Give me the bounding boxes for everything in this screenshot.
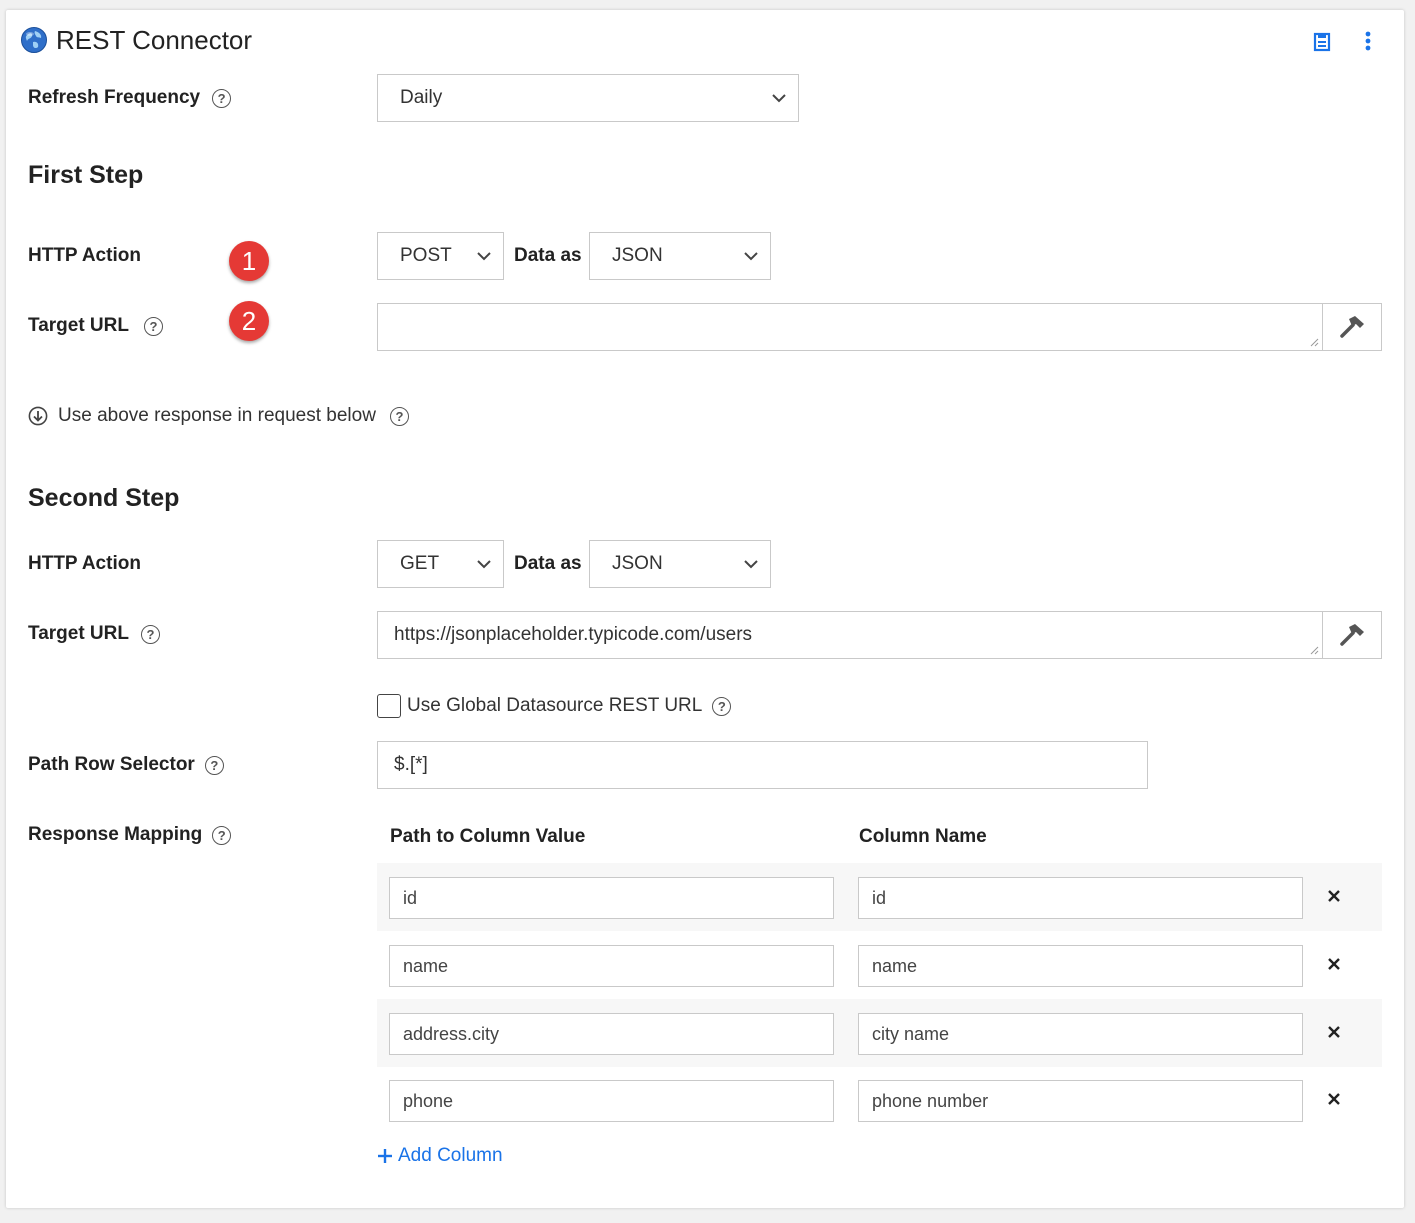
chevron-down-icon — [744, 559, 758, 568]
chevron-down-icon — [744, 251, 758, 260]
mapping-row: phone phone number — [377, 1066, 1382, 1134]
path-input[interactable]: phone — [389, 1080, 834, 1122]
chevron-down-icon — [477, 251, 491, 260]
help-icon[interactable]: ? — [204, 755, 224, 775]
refresh-frequency-value: Daily — [400, 87, 443, 108]
path-row-selector-input[interactable]: $.[*] — [377, 741, 1148, 789]
second-target-url-value: https://jsonplaceholder.typicode.com/use… — [394, 624, 753, 645]
first-data-as-label: Data as — [514, 245, 582, 266]
panel-title: REST Connector — [56, 24, 253, 55]
second-http-action-select[interactable]: GET — [377, 540, 504, 588]
save-icon[interactable] — [1310, 30, 1334, 54]
column-name-value: phone number — [872, 1090, 989, 1111]
mapping-row: name name — [377, 931, 1382, 999]
use-response-row[interactable]: Use above response in request below ? — [28, 404, 409, 428]
refresh-frequency-text: Refresh Frequency — [28, 87, 201, 108]
first-http-action-select[interactable]: POST — [377, 232, 504, 280]
global-datasource-row: Use Global Datasource REST URL ? — [377, 693, 732, 719]
first-data-as-select[interactable]: JSON — [589, 232, 771, 280]
column-name-input[interactable]: id — [858, 877, 1303, 919]
first-target-url-input[interactable] — [377, 303, 1323, 351]
help-icon[interactable]: ? — [212, 825, 232, 845]
path-row-selector-value: $.[*] — [394, 754, 428, 775]
global-datasource-checkbox[interactable] — [377, 694, 401, 718]
resize-handle-icon[interactable] — [1309, 337, 1319, 347]
refresh-frequency-select[interactable]: Daily — [377, 74, 799, 122]
remove-row-icon[interactable] — [1323, 1021, 1345, 1043]
globe-icon — [21, 27, 47, 53]
second-url-builder-button[interactable] — [1322, 611, 1382, 659]
second-data-as-value: JSON — [612, 553, 663, 574]
column-name-input[interactable]: city name — [858, 1013, 1303, 1055]
refresh-frequency-label: Refresh Frequency ? — [28, 86, 232, 110]
help-icon[interactable]: ? — [143, 316, 163, 336]
rest-connector-panel: REST Connector Refresh Frequency ? Daily… — [6, 10, 1404, 1208]
second-data-as-label: Data as — [514, 553, 582, 574]
col-name-header: Column Name — [859, 826, 987, 847]
mapping-row: address.city city name — [377, 999, 1382, 1067]
chevron-down-icon — [477, 559, 491, 568]
panel-header: REST Connector — [20, 24, 252, 56]
column-name-value: name — [872, 955, 918, 976]
column-name-value: id — [872, 887, 887, 908]
path-input[interactable]: id — [389, 877, 834, 919]
response-mapping-text: Response Mapping — [28, 824, 203, 845]
path-value: name — [403, 955, 449, 976]
help-icon[interactable]: ? — [389, 406, 409, 426]
column-name-input[interactable]: phone number — [858, 1080, 1303, 1122]
global-datasource-label: Use Global Datasource REST URL — [407, 695, 703, 716]
help-icon[interactable]: ? — [212, 88, 232, 108]
col-path-header: Path to Column Value — [390, 826, 586, 847]
add-column-label: Add Column — [398, 1145, 503, 1166]
second-target-url-input[interactable]: https://jsonplaceholder.typicode.com/use… — [377, 611, 1323, 659]
second-step-title: Second Step — [28, 484, 180, 512]
first-data-as-value: JSON — [612, 245, 663, 266]
first-http-action-value: POST — [400, 245, 452, 266]
first-step-title: First Step — [28, 161, 144, 189]
first-url-builder-button[interactable] — [1322, 303, 1382, 351]
remove-row-icon[interactable] — [1323, 1088, 1345, 1110]
path-value: phone — [403, 1090, 454, 1111]
second-target-url-text: Target URL — [28, 623, 129, 644]
resize-handle-icon[interactable] — [1309, 645, 1319, 655]
first-http-action-text: HTTP Action — [28, 245, 141, 266]
hammer-icon — [1340, 316, 1364, 338]
second-http-action-label: HTTP Action — [28, 553, 141, 574]
first-target-url-text: Target URL — [28, 315, 129, 336]
help-icon[interactable]: ? — [140, 624, 160, 644]
path-row-selector-text: Path Row Selector — [28, 754, 195, 775]
path-row-selector-label: Path Row Selector ? — [28, 753, 224, 777]
second-http-action-value: GET — [400, 553, 440, 574]
use-response-label: Use above response in request below — [58, 405, 376, 426]
column-name-value: city name — [872, 1023, 950, 1044]
more-vertical-icon[interactable] — [1356, 28, 1380, 54]
annotation-badge-2: 2 — [229, 301, 269, 341]
help-icon[interactable]: ? — [712, 696, 732, 716]
path-value: id — [403, 887, 418, 908]
hammer-icon — [1340, 624, 1364, 646]
remove-row-icon[interactable] — [1323, 953, 1345, 975]
remove-row-icon[interactable] — [1323, 885, 1345, 907]
path-input[interactable]: address.city — [389, 1013, 834, 1055]
arrow-down-circle-icon — [28, 406, 48, 426]
first-target-url-label: Target URL ? — [28, 314, 163, 338]
second-target-url-label: Target URL ? — [28, 622, 160, 646]
path-input[interactable]: name — [389, 945, 834, 987]
response-mapping-label: Response Mapping ? — [28, 823, 232, 847]
mapping-row: id id — [377, 863, 1382, 931]
chevron-down-icon — [772, 93, 786, 102]
annotation-badge-1: 1 — [229, 241, 269, 281]
plus-icon — [378, 1149, 392, 1163]
column-name-input[interactable]: name — [858, 945, 1303, 987]
second-data-as-select[interactable]: JSON — [589, 540, 771, 588]
path-value: address.city — [403, 1023, 500, 1044]
first-http-action-label: HTTP Action — [28, 244, 141, 268]
add-column-button[interactable]: Add Column — [377, 1144, 503, 1168]
